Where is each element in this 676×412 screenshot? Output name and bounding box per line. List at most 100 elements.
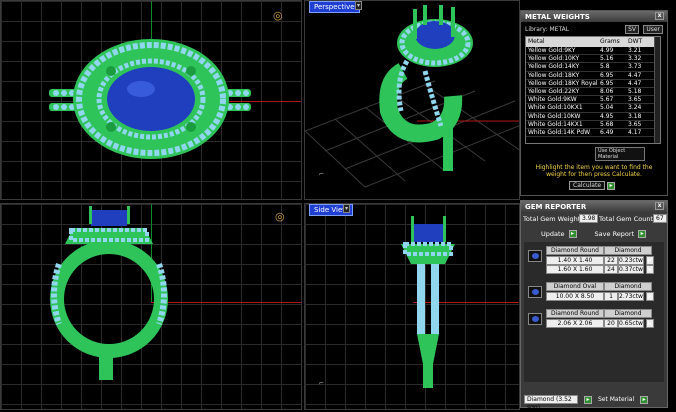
metal-row[interactable]: Yellow Gold:10KY 5.16 3.32 [526, 55, 660, 64]
metal-table-header: Metal Grams DWT [526, 37, 660, 47]
column-metal[interactable]: Metal [526, 37, 600, 47]
gem-shape: Diamond Round [546, 309, 604, 318]
metal-row[interactable]: Yellow Gold:22KY 8.06 5.18 [526, 87, 660, 97]
gem-weight: 0.37ctw [618, 265, 644, 274]
gem-count: 1 [604, 292, 618, 301]
gem-select-icon[interactable]: ▸ [646, 265, 654, 274]
total-gem-weight-label: Total Gem Weight [523, 215, 581, 223]
save-go-icon[interactable]: ▸ [638, 230, 647, 238]
metal-cell-dwt: 3.65 [628, 96, 642, 104]
metal-cell-grams: 6.95 [600, 79, 614, 87]
sv-button[interactable]: SV [625, 25, 639, 34]
metal-cell-metal: Yellow Gold:9KY [528, 47, 576, 54]
gem-thumbnail-icon [528, 313, 542, 325]
material-select[interactable]: Diamond (3.52 sgg) [524, 395, 578, 411]
metal-table[interactable]: Metal Grams DWT Yellow Gold:9KY 4.99 3.21 Y… [525, 36, 661, 144]
metal-row[interactable]: Yellow Gold:18KY 6.95 4.47 [526, 72, 660, 80]
user-button[interactable]: User [643, 25, 663, 34]
save-report-button[interactable]: Save Report [595, 230, 635, 238]
metal-cell-dwt: 4.47 [628, 79, 642, 87]
metal-panel-title: METAL WEIGHTS x [521, 11, 667, 22]
metal-cell-dwt: 3.73 [628, 63, 642, 71]
metal-cell-grams: 5.68 [600, 120, 614, 128]
material-dropdown-icon[interactable]: ▸ [584, 395, 592, 404]
metal-cell-grams: 6.95 [600, 71, 614, 79]
perspective-viewport[interactable]: Perspective ▾ ⌐ [304, 0, 520, 200]
metal-row[interactable]: Yellow Gold:9KY 4.99 3.21 [526, 47, 660, 56]
axis-gizmo-icon: ⌐ [319, 380, 325, 387]
gem-select-icon[interactable]: ▸ [646, 292, 654, 301]
metal-row[interactable]: Yellow Gold:18KY Royal 6.95 4.47 [526, 80, 660, 88]
gem-thumbnail-icon [528, 286, 542, 298]
close-icon[interactable]: x [655, 202, 664, 210]
metal-weights-panel: METAL WEIGHTS x Library: METAL SV User M… [520, 10, 668, 196]
set-material-button[interactable]: Set Material [598, 396, 634, 403]
metal-cell-dwt: 3.32 [628, 55, 642, 63]
gem-line[interactable]: 1.40 X 1.40 22 0.23ctw ▸ [546, 256, 654, 265]
column-dwt[interactable]: DWT [628, 37, 656, 47]
gem-weight: 0.65ctw [618, 319, 644, 328]
gem-material: Diamond [604, 282, 652, 291]
gem-weight: 0.23ctw [618, 256, 644, 265]
metal-cell-grams: 4.95 [600, 112, 614, 120]
metal-table-scrollbar[interactable] [654, 37, 660, 143]
gem-line[interactable]: 10.00 X 8.50 1 2.73ctw ▸ [546, 292, 654, 301]
calculate-button[interactable]: Calculate [569, 181, 606, 190]
update-button[interactable]: Update [541, 230, 565, 238]
metal-cell-grams: 5.16 [600, 55, 614, 63]
close-icon[interactable]: x [655, 12, 664, 20]
metal-row[interactable]: White Gold:14K PdW 6.49 4.17 [526, 128, 660, 138]
library-row: Library: METAL SV User [521, 22, 667, 36]
metal-panel-title-text: METAL WEIGHTS [525, 13, 590, 21]
material-select-value: Diamond [527, 396, 555, 403]
gem-size: 1.40 X 1.40 [546, 256, 604, 265]
gem-panel-title: GEM REPORTER x [521, 201, 667, 212]
metal-cell-metal: White Gold:10KX1 [528, 104, 583, 112]
gem-line[interactable]: 2.06 X 2.06 20 0.65ctw ▸ [546, 319, 654, 328]
metal-cell-metal: White Gold:10KW [528, 112, 581, 120]
front-viewport[interactable]: ◎ [0, 203, 302, 410]
metal-cell-grams: 4.99 [600, 47, 614, 54]
metal-row[interactable]: Yellow Gold:14KY 5.8 3.73 [526, 63, 660, 72]
perspective-label[interactable]: Perspective [309, 1, 360, 13]
gem-select-icon[interactable]: ▸ [646, 256, 654, 265]
gem-size: 2.06 X 2.06 [546, 319, 604, 328]
metal-cell-metal: Yellow Gold:10KY [528, 55, 580, 63]
gem-panel-title-text: GEM REPORTER [525, 203, 587, 211]
ring-front-render [50, 206, 168, 380]
metal-cell-dwt: 4.17 [628, 128, 642, 136]
go-arrow-icon[interactable]: ▸ [607, 181, 616, 190]
library-label: Library: METAL [525, 26, 570, 33]
gem-select-icon[interactable]: ▸ [646, 319, 654, 328]
metal-cell-metal: Yellow Gold:22KY [528, 87, 580, 95]
set-material-go-icon[interactable]: ▸ [640, 395, 649, 404]
gem-list: Diamond Round Diamond 1.40 X 1.40 22 0.23ctw… [524, 242, 664, 382]
metal-row[interactable]: White Gold:14KX1 5.68 3.65 [526, 121, 660, 129]
viewport-menu-button[interactable]: ▾ [355, 1, 362, 10]
update-go-icon[interactable]: ▸ [568, 230, 577, 238]
ring-icon[interactable]: ◎ [273, 9, 283, 22]
ring-icon[interactable]: ◎ [275, 210, 285, 223]
gem-thumbnail-icon [528, 250, 542, 262]
metal-row[interactable]: White Gold:10KX1 5.04 3.24 [526, 104, 660, 113]
metal-cell-grams: 5.04 [600, 104, 614, 112]
calculate-row: Calculate ▸ [569, 181, 667, 190]
metal-row[interactable]: White Gold:9KW 5.67 3.65 [526, 96, 660, 105]
metal-cell-metal: Yellow Gold:14KY [528, 63, 580, 71]
metal-cell-grams: 8.06 [600, 87, 614, 95]
side-viewport[interactable]: Side View ▾ ⌐ [304, 203, 520, 410]
metal-row[interactable]: White Gold:10KW 4.95 3.18 [526, 113, 660, 121]
use-object-material-field[interactable]: Use Object Material [595, 147, 645, 161]
metal-cell-grams: 5.8 [600, 63, 610, 71]
top-viewport[interactable]: ◎ [0, 0, 302, 200]
gem-totals-row: Total Gem Weight 3.98 Total Gem Count 67 [521, 212, 667, 226]
gem-material: Diamond [604, 309, 652, 318]
gem-group-header: Diamond Round Diamond [546, 246, 652, 255]
viewport-menu-button[interactable]: ▾ [343, 204, 350, 213]
column-grams[interactable]: Grams [600, 37, 628, 47]
metal-cell-metal: White Gold:14KX1 [528, 120, 583, 128]
gem-count: 22 [604, 256, 618, 265]
metal-table-body: Yellow Gold:9KY 4.99 3.21 Yellow Gold:10KY 5… [526, 47, 660, 138]
gem-line[interactable]: 1.60 X 1.60 24 0.37ctw ▸ [546, 265, 654, 274]
metal-cell-dwt: 3.65 [628, 120, 642, 128]
